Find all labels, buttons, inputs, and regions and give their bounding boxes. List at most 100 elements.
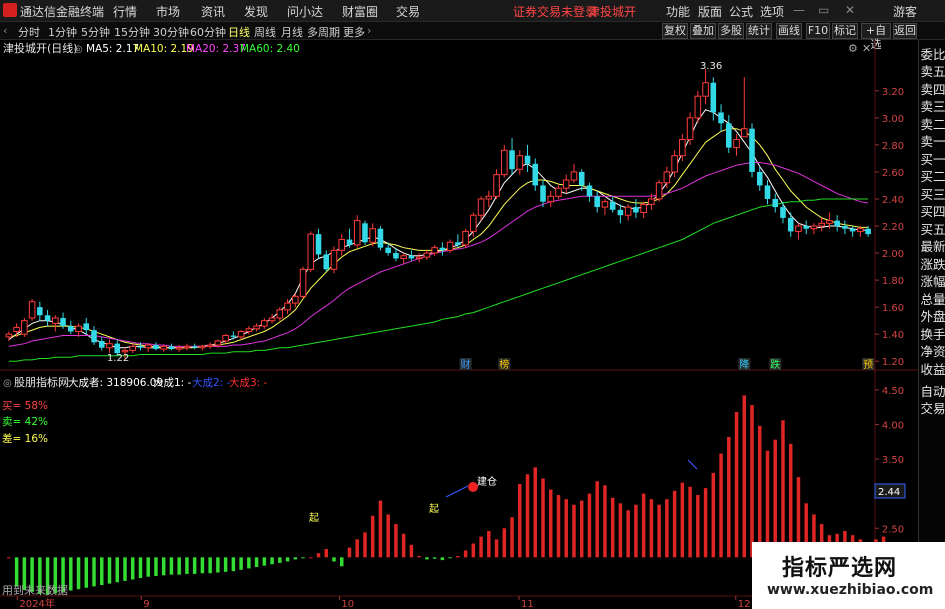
menu-item-shichang[interactable]: 市场: [156, 3, 180, 20]
right-item-turnover[interactable]: 换手: [920, 327, 945, 343]
candle-body-down: [865, 228, 871, 235]
right-item-sell3[interactable]: 卖三: [920, 99, 945, 115]
period-tab-monthly[interactable]: 月线: [281, 24, 303, 40]
annotation-arrow-2: [687, 459, 698, 470]
menu-item-zixun[interactable]: 资讯: [201, 3, 225, 20]
candle-body-up: [640, 203, 647, 214]
watermark-title: 指标严选网: [782, 556, 898, 581]
right-item-volume[interactable]: 总量: [920, 292, 945, 308]
menu-item-jiaoyi[interactable]: 交易: [396, 3, 420, 20]
candle-body-down: [408, 255, 415, 259]
right-item-eps[interactable]: 收益: [920, 362, 945, 378]
right-item-trade[interactable]: 交易: [920, 401, 945, 417]
annotation-arrow: [445, 485, 469, 498]
right-item-auto[interactable]: 自动: [920, 384, 945, 400]
right-item-sell4[interactable]: 卖四: [920, 82, 945, 98]
more-chevron-icon[interactable]: ›: [367, 24, 371, 37]
indicator-bar-up: [363, 532, 367, 558]
main-close-icon[interactable]: ✕: [862, 42, 871, 55]
restore-button[interactable]: ▭: [818, 3, 829, 17]
btn-f10[interactable]: F10: [806, 23, 830, 39]
main-settings-icon[interactable]: ⚙: [848, 42, 858, 55]
candle-body-down: [114, 343, 121, 354]
btn-diejia[interactable]: 叠加: [690, 23, 716, 39]
chart-canvas[interactable]: 1.20 1.40 1.60 1.80 2.00 2.20 2.40 2.60 2.80 3.00…: [0, 40, 918, 609]
btn-add-watchlist[interactable]: +自选: [861, 23, 891, 51]
right-item-change[interactable]: 涨跌: [920, 257, 945, 273]
user-label[interactable]: 游客: [893, 3, 917, 20]
menu-item-hangqing[interactable]: 行情: [113, 3, 137, 20]
close-button[interactable]: ✕: [845, 3, 855, 17]
event-marker[interactable]: 榜: [499, 358, 509, 371]
right-item-sell5[interactable]: 卖五: [920, 64, 945, 80]
candle-body-up: [501, 149, 508, 176]
indicator-bar-up: [703, 488, 708, 558]
btn-duogu[interactable]: 多股: [718, 23, 744, 39]
period-tab-more[interactable]: 更多: [343, 24, 365, 40]
candle-body-down: [803, 226, 809, 229]
right-item-buy3[interactable]: 买三: [920, 187, 945, 203]
candle-body-up: [268, 317, 276, 322]
indicator-bar-up: [742, 395, 747, 558]
menu-item-banmian[interactable]: 版面: [698, 3, 722, 20]
indicator-bar-up: [688, 486, 692, 558]
period-tab-fenshi[interactable]: 分时: [18, 24, 40, 40]
candle-body-down: [137, 346, 144, 348]
menubar-stock-name: 津投城开: [588, 5, 637, 19]
btn-huaxian[interactable]: 画线: [776, 23, 802, 39]
login-notice[interactable]: 证券交易未登录: [513, 3, 597, 20]
btn-fuquan[interactable]: 复权: [662, 23, 688, 39]
right-item-buy1[interactable]: 买一: [920, 152, 945, 168]
indicator-bar-down: [301, 557, 305, 559]
period-tab-5min[interactable]: 5分钟: [81, 24, 110, 40]
right-item-change-pct[interactable]: 涨幅: [920, 274, 945, 290]
indicator-toggle-icon[interactable]: ◎: [3, 378, 12, 389]
right-item-netasset[interactable]: 净资: [920, 344, 945, 360]
indicator-bar-up: [610, 497, 615, 558]
right-item-latest[interactable]: 最新: [920, 239, 945, 255]
right-item-buy5[interactable]: 买五: [920, 222, 945, 238]
event-marker[interactable]: 跌: [770, 358, 780, 371]
main-ytick-label: 3.00: [882, 114, 904, 125]
toolbar-left-arrow-icon[interactable]: ‹: [3, 24, 7, 37]
candle-body-up: [679, 138, 686, 157]
candle-body-up: [353, 220, 361, 246]
period-tab-weekly[interactable]: 周线: [254, 24, 276, 40]
btn-back[interactable]: 返回: [893, 23, 917, 39]
menu-item-caifuquan[interactable]: 财富圈: [342, 3, 378, 20]
sell-percent: 卖= 42%: [2, 416, 48, 428]
indicator-annotation-2: 起: [429, 503, 439, 515]
minimize-button[interactable]: —: [793, 3, 805, 17]
btn-biaoji[interactable]: 标记: [832, 23, 858, 39]
right-item-weibi[interactable]: 委比: [920, 47, 945, 63]
candle-body-down: [393, 253, 399, 259]
menu-item-wenxiaoda[interactable]: 问小达: [287, 3, 323, 20]
period-tab-15min[interactable]: 15分钟: [114, 24, 150, 40]
right-item-outer[interactable]: 外盘: [920, 309, 945, 325]
period-tab-daily[interactable]: 日线: [228, 24, 250, 40]
right-item-buy4[interactable]: 买四: [920, 204, 945, 220]
bottom-tip: 用到未来数据: [2, 584, 68, 597]
indicator-bar-down: [448, 557, 452, 559]
candle-body-down: [787, 217, 794, 232]
menu-item-gongshi[interactable]: 公式: [729, 3, 753, 20]
menu-item-xuanxiang[interactable]: 选项: [760, 3, 784, 20]
period-tab-60min[interactable]: 60分钟: [190, 24, 226, 40]
btn-tongji[interactable]: 统计: [746, 23, 772, 39]
menu-item-gongneng[interactable]: 功能: [666, 3, 690, 20]
candle-body-up: [400, 255, 407, 259]
indicator-bar-up: [788, 443, 793, 558]
ind-ytick-label: 4.00: [882, 420, 904, 431]
period-tab-30min[interactable]: 30分钟: [153, 24, 189, 40]
ma-toggle-icon[interactable]: ◎: [74, 44, 83, 55]
event-marker[interactable]: 预: [863, 359, 873, 371]
right-item-buy2[interactable]: 买二: [920, 169, 945, 185]
menu-item-faxian[interactable]: 发现: [244, 3, 268, 20]
event-marker[interactable]: 财: [461, 358, 471, 371]
period-tab-multi[interactable]: 多周期: [307, 24, 340, 40]
right-item-sell2[interactable]: 卖二: [920, 117, 945, 133]
right-item-sell1[interactable]: 卖一: [920, 134, 945, 150]
event-marker[interactable]: 降: [739, 358, 749, 371]
period-tab-1min[interactable]: 1分钟: [48, 24, 77, 40]
candle-body-down: [532, 163, 539, 186]
